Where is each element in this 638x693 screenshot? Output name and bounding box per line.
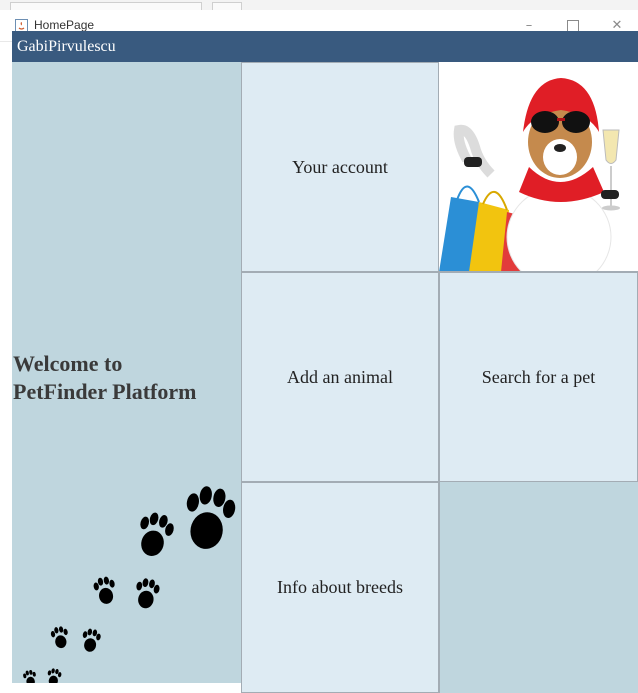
search-pet-button[interactable]: Search for a pet xyxy=(439,272,638,482)
add-animal-button[interactable]: Add an animal xyxy=(241,272,439,482)
paw-print xyxy=(80,627,102,654)
dog-with-shopping-bags-image xyxy=(439,62,638,272)
paw-print xyxy=(132,509,177,561)
info-breeds-label: Info about breeds xyxy=(277,577,403,597)
username-label: GabiPirvulescu xyxy=(17,38,116,55)
paw-print xyxy=(22,669,38,683)
welcome-line-2: PetFinder Platform xyxy=(13,379,197,404)
your-account-label: Your account xyxy=(292,156,388,177)
welcome-line-1: Welcome to xyxy=(13,351,123,376)
dog-illustration xyxy=(439,78,620,271)
empty-panel xyxy=(439,482,638,693)
window-title: HomePage xyxy=(34,18,95,32)
paw-print xyxy=(45,667,63,683)
welcome-heading: Welcome to PetFinder Platform xyxy=(13,350,238,406)
paw-print xyxy=(132,576,161,611)
search-pet-label: Search for a pet xyxy=(481,366,596,387)
paw-print xyxy=(179,483,239,553)
your-account-button[interactable]: Your account xyxy=(241,62,439,272)
paw-print xyxy=(92,575,118,606)
info-breeds-button[interactable]: Info about breeds xyxy=(241,482,439,693)
maximize-icon xyxy=(567,19,579,32)
welcome-panel: Welcome to PetFinder Platform xyxy=(12,62,241,683)
paw-prints-illustration xyxy=(22,483,239,683)
add-animal-label: Add an animal xyxy=(287,366,393,387)
paw-print xyxy=(49,625,71,650)
user-header-bar: GabiPirvulescu xyxy=(12,31,638,62)
